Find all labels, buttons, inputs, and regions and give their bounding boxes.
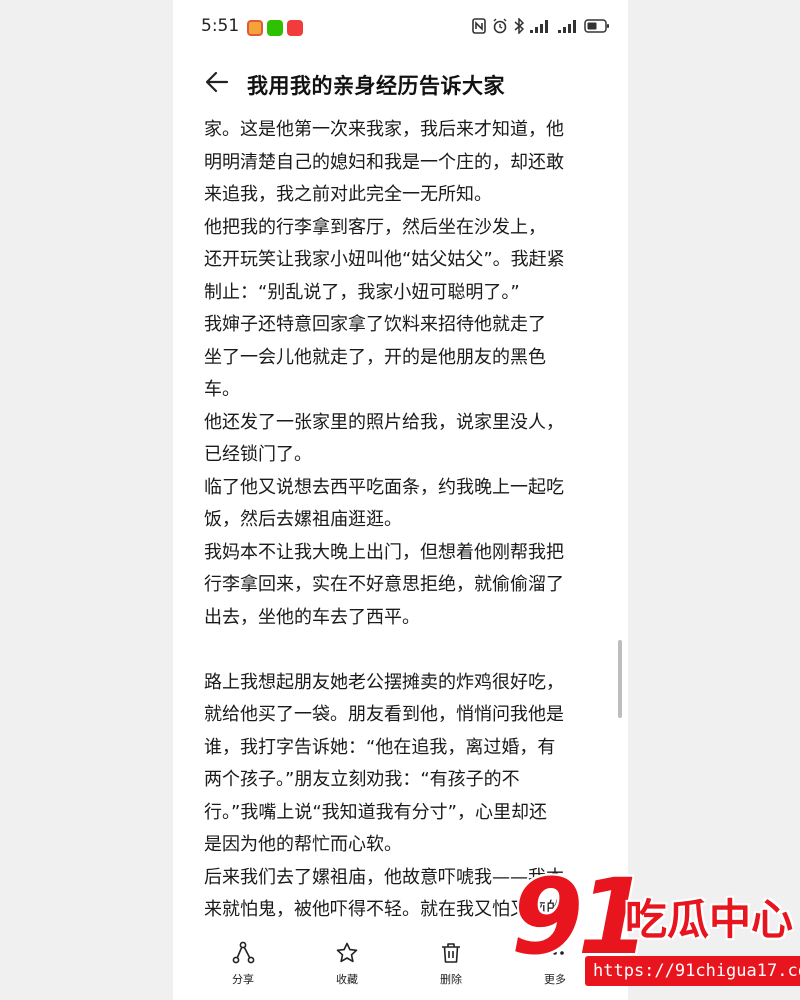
delete-button[interactable]: 删除 [421,941,481,987]
article-line: 两个孩子。”朋友立刻劝我：“有孩子的不 [204,769,520,790]
article-line: 他还发了一张家里的照片给我，说家里没人， [204,411,564,433]
star-icon [336,942,358,963]
alarm-icon [493,18,507,34]
trash-icon [442,943,460,963]
page-header: 我用我的亲身经历告诉大家 [173,60,628,106]
article-line: 车。 [204,379,240,400]
share-button[interactable]: 分享 [213,941,273,987]
watermark-logo: 91 吃瓜中心 https://91chigua17.com [505,856,800,1000]
article-line: 出去，坐他的车去了西平。 [204,606,420,628]
article-line: 已经锁门了。 [204,444,312,465]
weibo-app-icon [247,20,263,36]
back-arrow-icon[interactable] [203,68,231,96]
status-time: 5:51 [201,16,240,36]
article-line: 路上我想起朋友她老公摆摊卖的炸鸡很好吃， [204,671,564,693]
article-body: 家。这是他第一次来我家，我后来才知道，他 明明清楚自己的媳妇和我是一个庄的，却还敢… [204,114,599,927]
favorite-label: 收藏 [336,973,358,986]
article-line: 家。这是他第一次来我家，我后来才知道，他 [204,119,564,140]
article-line: 行李拿回来，实在不好意思拒绝，就偷偷溜了 [204,574,564,595]
article-line: 我妈本不让我大晚上出门，但想着他刚帮我把 [204,541,564,563]
article-line: 制止：“别乱说了，我家小妞可聪明了。” [204,281,520,303]
scrollbar[interactable] [618,640,622,718]
article-line: 还开玩笑让我家小妞叫他“姑父姑父”。我赶紧 [204,249,565,270]
watermark-url: https://91chigua17.com [585,956,800,986]
phone-screen: 5:51 我用我的亲身经历告诉大家 家。这是他第一次来我家，我后来才知道，他 明… [173,0,628,1000]
share-icon [232,941,255,964]
wechat-app-icon [267,20,283,36]
delete-label: 删除 [440,973,462,986]
status-bar: 5:51 [173,0,628,52]
status-icons [472,16,610,36]
article-line: 他把我的行李拿到客厅，然后坐在沙发上， [204,216,546,238]
article-line: 行。”我嘴上说“我知道我有分寸”，心里却还 [204,801,547,823]
watermark-text: 吃瓜中心 [625,895,794,944]
article-line: 就给他买了一袋。朋友看到他，悄悄问我他是 [204,704,564,725]
article-line: 来追我，我之前对此完全一无所知。 [204,184,492,205]
nfc-icon [472,18,486,34]
article-line: 饭，然后去嫘祖庙逛逛。 [204,509,402,530]
article-line: 明明清楚自己的媳妇和我是一个庄的，却还敢 [204,151,564,173]
signal-icon [530,20,548,33]
article-line: 我婶子还特意回家拿了饮料来招待他就走了 [204,314,546,335]
signal-icon [558,20,576,33]
article-line: 坐了一会儿他就走了，开的是他朋友的黑色 [204,346,546,368]
bluetooth-icon [514,18,524,34]
favorite-button[interactable]: 收藏 [317,941,377,987]
red-app-icon [287,20,303,36]
page-title: 我用我的亲身经历告诉大家 [247,74,505,98]
article-line: 谁，我打字告诉她：“他在追我，离过婚，有 [204,736,556,758]
article-line: 临了他又说想去西平吃面条，约我晚上一起吃 [204,476,564,498]
battery-icon [584,19,609,33]
share-label: 分享 [232,973,254,986]
